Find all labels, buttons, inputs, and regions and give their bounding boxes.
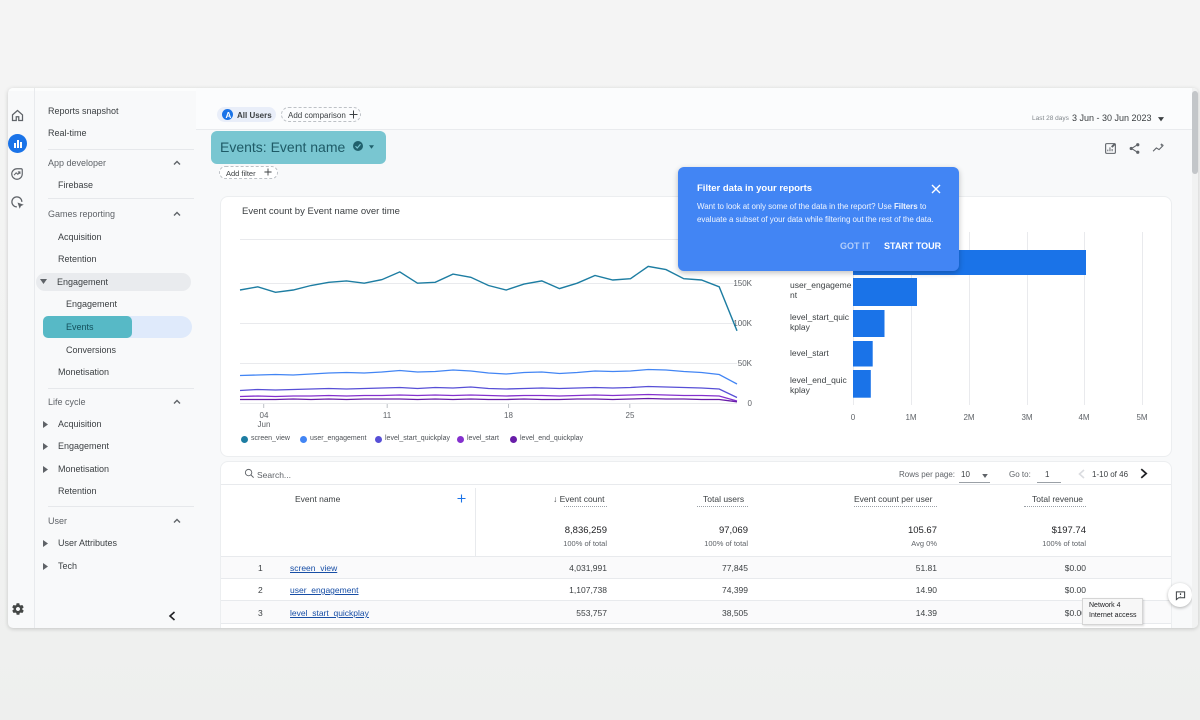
svg-text:18: 18 (504, 411, 513, 420)
svg-text:level_end_quic: level_end_quic (790, 375, 847, 385)
svg-text:level_start_quic: level_start_quic (790, 312, 850, 322)
svg-text:level_start: level_start (790, 348, 829, 358)
svg-text:Jun: Jun (258, 420, 271, 429)
svg-text:5M: 5M (1136, 413, 1147, 422)
svg-text:150K: 150K (733, 279, 752, 288)
svg-text:2M: 2M (963, 413, 974, 422)
svg-text:3M: 3M (1021, 413, 1032, 422)
svg-text:11: 11 (383, 411, 392, 420)
svg-text:04: 04 (260, 411, 269, 420)
svg-text:50K: 50K (738, 359, 753, 368)
svg-text:nt: nt (790, 290, 798, 300)
svg-text:0: 0 (748, 399, 753, 408)
svg-text:100K: 100K (733, 319, 752, 328)
svg-text:0: 0 (851, 413, 856, 422)
svg-text:kplay: kplay (790, 322, 811, 332)
svg-text:4M: 4M (1078, 413, 1089, 422)
svg-text:25: 25 (626, 411, 635, 420)
svg-text:user_engageme: user_engageme (790, 280, 852, 290)
svg-text:1M: 1M (905, 413, 916, 422)
svg-text:kplay: kplay (790, 385, 811, 395)
